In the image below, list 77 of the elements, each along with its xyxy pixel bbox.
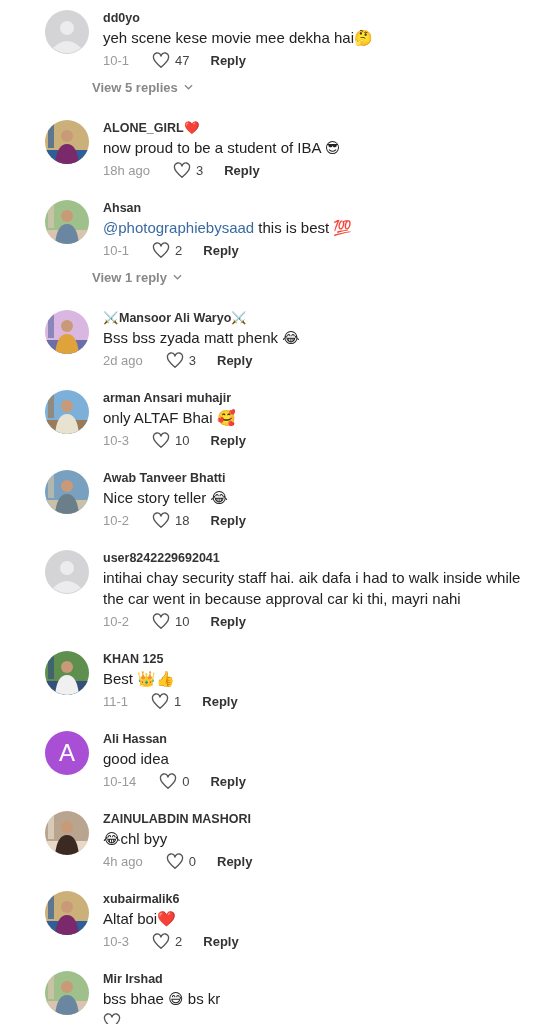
heart-icon[interactable] [152, 431, 171, 449]
username[interactable]: ZAINULABDIN MASHORI [103, 811, 530, 828]
heart-icon[interactable] [159, 772, 178, 790]
comment-text: good idea [103, 749, 170, 769]
heart-icon[interactable] [173, 161, 191, 179]
reply-link[interactable]: Reply [203, 933, 239, 949]
username[interactable]: user8242229692041 [103, 550, 530, 567]
comment-time: 10-1 [103, 242, 130, 258]
comment-text: now proud to be a student of IBA 😎 [103, 138, 342, 158]
heart-icon[interactable] [151, 692, 170, 710]
username[interactable]: KHAN 125 [103, 651, 530, 668]
comment-time: 10-2 [103, 512, 130, 528]
reply-link[interactable]: Reply [202, 693, 238, 709]
username[interactable]: Mir Irshad [103, 971, 530, 988]
comment-text: Nice story teller 😂 [103, 488, 230, 508]
like-count: 18 [175, 512, 190, 528]
reply-link[interactable]: Reply [224, 162, 260, 178]
comment-text: 😂chl byy [103, 829, 169, 849]
comment-time: 11-1 [103, 693, 129, 709]
comment-text: Best 👑👍 [103, 669, 177, 689]
default-avatar-icon [45, 10, 89, 54]
like-count: 0 [182, 773, 190, 789]
reply-link[interactable]: Reply [203, 242, 239, 258]
reply-link[interactable]: Reply [210, 512, 246, 528]
comment-text: yeh scene kese movie mee dekha hai🤔 [103, 28, 374, 48]
like-count: 3 [196, 162, 204, 178]
reply-link[interactable]: Reply [210, 773, 246, 789]
username[interactable]: xubairmalik6 [103, 891, 530, 908]
mention-link[interactable]: @photographiebysaad [103, 219, 255, 236]
like-count: 10 [175, 613, 190, 629]
username[interactable]: ALONE_GIRL❤ [103, 120, 530, 137]
comment-time: 10-3 [103, 933, 130, 949]
like-count: 2 [175, 933, 183, 949]
username[interactable]: arman Ansari muhajir [103, 390, 530, 407]
username[interactable]: dd0yo [103, 10, 530, 27]
like-count: 2 [175, 242, 183, 258]
comment-text: bss bhae 😅 bs kr [103, 989, 222, 1009]
reply-link[interactable]: Reply [210, 52, 246, 68]
comment-time: 10-1 [103, 52, 130, 68]
comment-time: 10-3 [103, 432, 130, 448]
like-count: 10 [175, 432, 190, 448]
heart-icon[interactable] [152, 932, 171, 950]
comment-text: intihai chay security staff hai. aik dafa i had to walk inside while the car went in because approval car ki thi, mayri nahi [103, 568, 522, 609]
heart-icon[interactable] [103, 1012, 121, 1024]
heart-icon[interactable] [165, 351, 184, 369]
comment-time: 18h ago [103, 162, 150, 178]
reply-link[interactable]: Reply [217, 352, 253, 368]
comment-text: only ALTAF Bhai 🥰 [103, 408, 237, 428]
username[interactable]: ⚔Mansoor Ali Waryo⚔ [103, 310, 530, 327]
like-count: 1 [174, 693, 182, 709]
heart-icon[interactable] [152, 612, 171, 630]
comment-text: Altaf boi❤ [103, 909, 178, 929]
heart-icon[interactable] [165, 852, 184, 870]
view-replies-link[interactable]: View 5 replies [92, 79, 178, 95]
like-count: 0 [188, 853, 196, 869]
comment-time: 10-2 [103, 613, 130, 629]
like-count: 47 [175, 52, 190, 68]
chevron-down-icon[interactable] [183, 84, 193, 90]
reply-link[interactable]: Reply [217, 853, 253, 869]
username[interactable]: Ali Hassan [103, 731, 530, 748]
reply-link[interactable]: Reply [210, 613, 246, 629]
comment-text: Bss bss zyada matt phenk 😂 [103, 328, 301, 348]
heart-icon[interactable] [152, 51, 171, 69]
comment-time: 10-14 [103, 773, 137, 789]
chevron-down-icon[interactable] [172, 274, 182, 280]
reply-link[interactable]: Reply [210, 432, 246, 448]
view-replies-link[interactable]: View 1 reply [92, 269, 167, 285]
heart-icon[interactable] [152, 511, 171, 529]
comment-time: 4h ago [103, 853, 143, 869]
username[interactable]: Ahsan [103, 200, 530, 217]
comment-time: 2d ago [103, 352, 143, 368]
comment-text: @photographiebysaad this is best 💯 [103, 218, 354, 238]
username[interactable]: Awab Tanveer Bhatti [103, 470, 530, 487]
heart-icon[interactable] [152, 241, 171, 259]
letter-avatar: A [45, 731, 89, 775]
default-avatar-icon [45, 550, 89, 594]
like-count: 3 [188, 352, 196, 368]
